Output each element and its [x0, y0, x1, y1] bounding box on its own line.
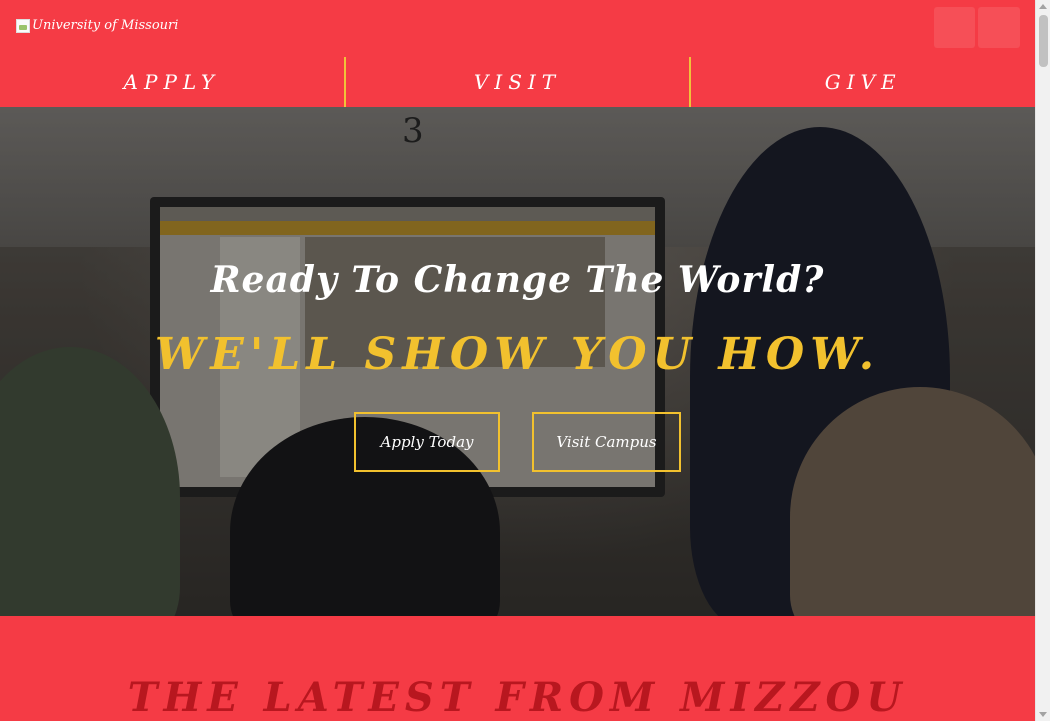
scroll-up-arrow-icon[interactable] — [1039, 4, 1047, 9]
hero-banner: 3 Ready To Change The World? WE'LL SHOW … — [0, 107, 1035, 616]
main-nav: APPLY VISIT GIVE — [0, 57, 1035, 107]
menu-button[interactable] — [978, 7, 1020, 48]
nav-item-visit[interactable]: VISIT — [343, 57, 692, 107]
hero-subtitle: WE'LL SHOW YOU HOW. — [154, 329, 881, 380]
latest-title: THE LATEST FROM MIZZOU — [127, 674, 908, 721]
hero-title: Ready To Change The World? — [210, 259, 825, 301]
nav-item-apply[interactable]: APPLY — [0, 57, 344, 107]
vertical-scrollbar[interactable] — [1035, 0, 1050, 721]
search-button[interactable] — [934, 7, 975, 48]
scroll-thumb[interactable] — [1039, 15, 1048, 67]
broken-image-icon — [16, 18, 30, 33]
university-logo[interactable]: University of Missouri — [16, 18, 178, 33]
nav-item-give[interactable]: GIVE — [691, 57, 1035, 107]
scroll-down-arrow-icon[interactable] — [1039, 712, 1047, 717]
logo-alt-text: University of Missouri — [32, 18, 179, 33]
latest-section: THE LATEST FROM MIZZOU — [0, 616, 1035, 721]
site-header: University of Missouri — [0, 0, 1035, 57]
visit-campus-button[interactable]: Visit Campus — [532, 412, 681, 472]
page: University of Missouri APPLY VISIT GIVE … — [0, 0, 1050, 721]
apply-today-button[interactable]: Apply Today — [354, 412, 500, 472]
